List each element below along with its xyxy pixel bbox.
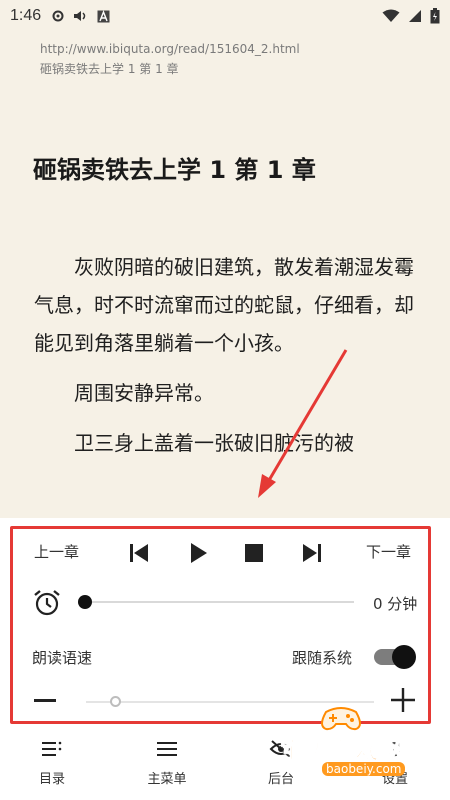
skip-next-button[interactable]: [299, 540, 325, 566]
timer-slider-thumb[interactable]: [78, 595, 92, 609]
status-time: 1:46: [10, 7, 42, 24]
menu-icon: [157, 742, 177, 756]
skip-next-icon: [303, 544, 321, 562]
speed-decrease-button[interactable]: [34, 689, 56, 711]
follow-system-label: 跟随系统: [292, 649, 353, 667]
wifi-icon: [382, 9, 400, 22]
paragraph: 卫三身上盖着一张破旧脏污的被: [74, 431, 354, 455]
plus-icon: [391, 688, 415, 712]
page-url: http://www.ibiquta.org/read/151604_2.htm…: [40, 42, 300, 56]
timer-value: 0 分钟: [373, 595, 418, 613]
settings-icon: [387, 741, 403, 757]
page-subtitle: 砸锅卖铁去上学 1 第 1 章: [40, 62, 179, 76]
stop-icon: [245, 544, 263, 562]
status-bar: 1:46: [0, 0, 450, 32]
speed-slider-thumb[interactable]: [109, 696, 121, 707]
speed-slider-track[interactable]: [86, 701, 374, 703]
chapter-content: 灰败阴暗的破旧建筑，散发着潮湿发霉气息，时不时流窜而过的蛇鼠，仔细看，却能见到角…: [34, 248, 418, 474]
speech-rate-label: 朗读语速: [32, 649, 93, 667]
nav-item-main-menu[interactable]: 主菜单: [127, 732, 207, 800]
nav-label: 主菜单: [147, 772, 187, 787]
alarm-clock-icon: [34, 590, 60, 616]
play-icon: [191, 543, 207, 563]
battery-icon: [430, 8, 440, 24]
a-badge-icon: [97, 9, 110, 22]
skip-previous-icon: [130, 544, 148, 562]
skip-previous-button[interactable]: [126, 540, 152, 566]
nav-item-settings[interactable]: 设置: [355, 732, 435, 800]
nav-label: 目录: [38, 772, 65, 787]
follow-system-toggle[interactable]: [374, 645, 416, 669]
nav-label: 设置: [381, 772, 408, 787]
toc-icon: [42, 741, 62, 756]
background-icon: [269, 740, 293, 758]
timer-button[interactable]: [32, 588, 62, 618]
nav-item-background[interactable]: 后台: [241, 732, 321, 800]
paragraph: 周围安静异常。: [74, 381, 214, 405]
toggle-knob: [392, 645, 416, 669]
timer-slider-track[interactable]: [84, 601, 354, 603]
nav-label: 后台: [267, 772, 294, 787]
chapter-title: 砸锅卖铁去上学 1 第 1 章: [33, 156, 316, 184]
minus-icon: [34, 698, 56, 702]
volume-icon: [74, 11, 86, 21]
speed-increase-button[interactable]: [390, 687, 416, 713]
nav-item-toc[interactable]: 目录: [12, 732, 92, 800]
paragraph: 灰败阴暗的破旧建筑，散发着潮湿发霉气息，时不时流窜而过的蛇鼠，仔细看，却能见到角…: [34, 255, 414, 355]
stop-button[interactable]: [241, 540, 267, 566]
gear-icon: [52, 10, 64, 22]
play-button[interactable]: [185, 540, 211, 566]
next-chapter-button[interactable]: 下一章: [366, 541, 411, 562]
prev-chapter-button[interactable]: 上一章: [34, 541, 79, 562]
signal-icon: [409, 10, 421, 22]
